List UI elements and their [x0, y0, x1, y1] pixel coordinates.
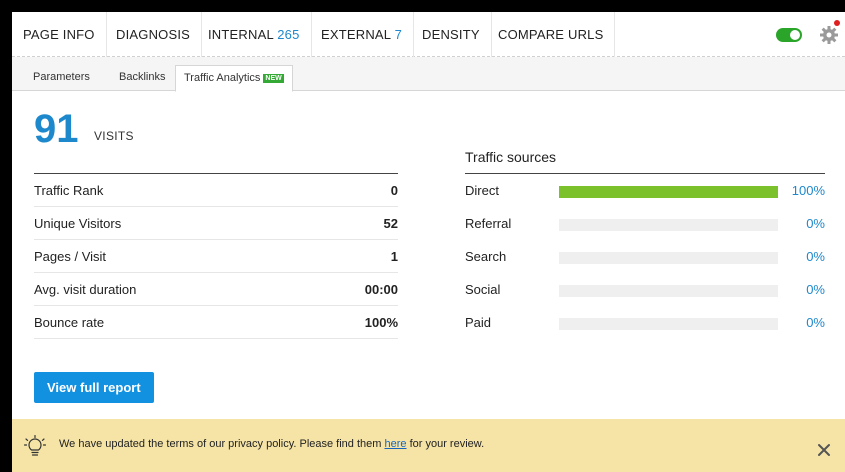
tab-diagnosis[interactable]: DIAGNOSIS: [105, 12, 203, 57]
source-percent: 100%: [791, 183, 825, 198]
tab-internal[interactable]: INTERNAL 265: [197, 12, 312, 57]
stat-label: Pages / Visit: [34, 249, 107, 264]
stat-row: Unique Visitors 52: [34, 207, 398, 240]
source-bar: [559, 252, 778, 264]
stat-value: 0: [390, 183, 398, 198]
subtab-traffic-analytics[interactable]: Traffic Analytics NEW: [175, 65, 293, 92]
source-bar: [559, 219, 778, 231]
stat-value: 00:00: [364, 282, 398, 297]
subtab-traffic-label: Traffic Analytics: [184, 72, 261, 84]
source-row: Search 0%: [465, 240, 825, 273]
source-bar-fill: [559, 186, 778, 198]
notice-text: We have updated the terms of our privacy…: [59, 438, 485, 450]
source-percent: 0%: [806, 249, 825, 264]
source-label: Social: [465, 282, 501, 297]
new-badge: NEW: [263, 74, 284, 83]
stat-label: Bounce rate: [34, 315, 105, 330]
source-row: Direct 100%: [465, 174, 825, 207]
subtab-parameters[interactable]: Parameters: [25, 65, 98, 91]
stat-label: Unique Visitors: [34, 216, 122, 231]
source-row: Paid 0%: [465, 306, 825, 339]
extension-toggle[interactable]: [776, 28, 802, 42]
stat-value: 100%: [364, 315, 398, 330]
traffic-sources-list: Direct 100% Referral 0% Search 0% Social 0% …: [465, 173, 825, 339]
stat-value: 52: [383, 216, 398, 231]
lightbulb-icon: [24, 435, 46, 456]
sub-nav: Parameters Backlinks Traffic Analytics NE…: [12, 57, 845, 92]
stat-value: 1: [390, 249, 398, 264]
source-row: Referral 0%: [465, 207, 825, 240]
source-label: Search: [465, 249, 507, 264]
stat-row: Traffic Rank 0: [34, 174, 398, 207]
stat-row: Bounce rate 100%: [34, 306, 398, 339]
source-row: Social 0%: [465, 273, 825, 306]
notification-dot: [834, 20, 840, 26]
source-label: Referral: [465, 216, 512, 231]
visits-count: 91: [34, 107, 79, 151]
tab-page-info[interactable]: PAGE INFO: [12, 12, 107, 57]
external-count: 7: [394, 27, 402, 42]
tab-density[interactable]: DENSITY: [411, 12, 492, 57]
internal-count: 265: [277, 27, 300, 42]
stat-label: Traffic Rank: [34, 183, 104, 198]
source-percent: 0%: [806, 282, 825, 297]
source-percent: 0%: [806, 315, 825, 330]
tab-compare-urls[interactable]: COMPARE URLS: [487, 12, 616, 57]
close-icon[interactable]: [817, 443, 831, 457]
stats-table: Traffic Rank 0 Unique Visitors 52 Pages / …: [34, 173, 398, 339]
view-full-report-button[interactable]: View full report: [34, 372, 154, 403]
stat-row: Pages / Visit 1: [34, 240, 398, 273]
visits-label: VISITS: [94, 129, 134, 143]
tab-external[interactable]: EXTERNAL 7: [310, 12, 414, 57]
gear-icon[interactable]: [819, 25, 839, 45]
traffic-analytics-content: 91 VISITS Traffic Rank 0 Unique Visitors 5…: [12, 92, 845, 403]
source-percent: 0%: [806, 216, 825, 231]
subtab-backlinks[interactable]: Backlinks: [111, 65, 173, 91]
source-bar: [559, 186, 778, 198]
seo-panel: PAGE INFO DIAGNOSIS INTERNAL 265 EXTERNA…: [12, 12, 845, 472]
source-bar: [559, 285, 778, 297]
stat-row: Avg. visit duration 00:00: [34, 273, 398, 306]
privacy-policy-link[interactable]: here: [384, 438, 406, 450]
source-label: Direct: [465, 183, 499, 198]
privacy-notice: We have updated the terms of our privacy…: [12, 419, 845, 472]
traffic-sources-title: Traffic sources: [465, 149, 557, 165]
top-nav: PAGE INFO DIAGNOSIS INTERNAL 265 EXTERNA…: [12, 12, 845, 57]
source-label: Paid: [465, 315, 492, 330]
stat-label: Avg. visit duration: [34, 282, 137, 297]
source-bar: [559, 318, 778, 330]
